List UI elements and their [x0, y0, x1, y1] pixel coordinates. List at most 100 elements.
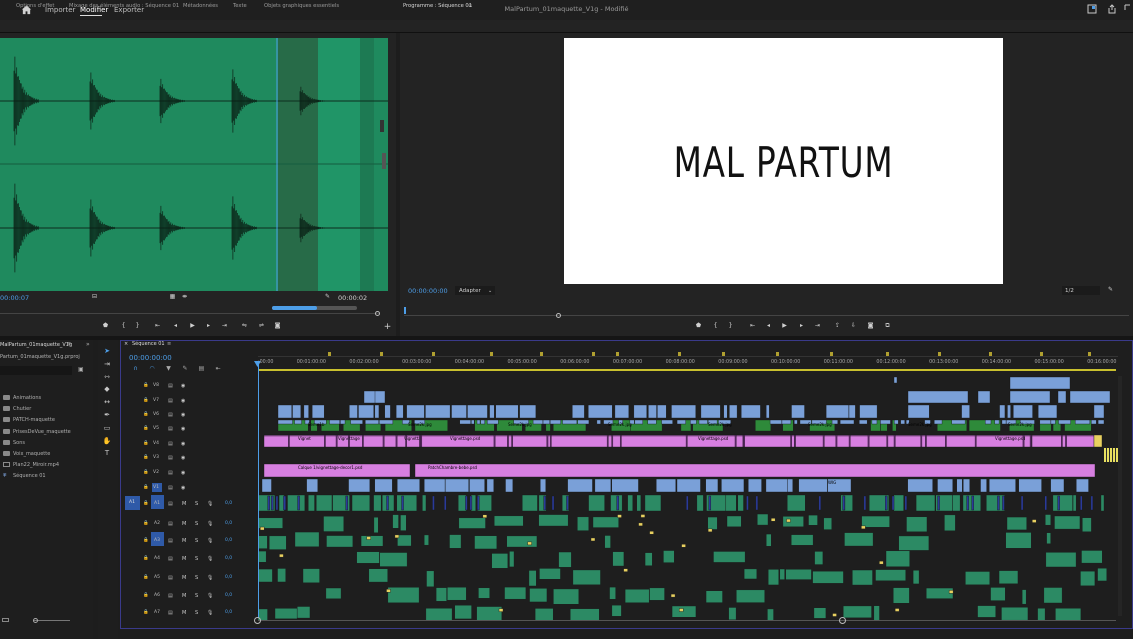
- zoom-fit-icon[interactable]: ⊟: [90, 293, 99, 300]
- step-forward-icon[interactable]: ▸: [204, 322, 213, 329]
- settings-wrench-icon[interactable]: ✎: [323, 293, 332, 300]
- insert-icon[interactable]: ⇋: [240, 322, 249, 329]
- vertical-zoom-handle[interactable]: [382, 153, 386, 169]
- project-item[interactable]: Sons: [13, 440, 25, 446]
- project-tab[interactable]: MalPartum_01maquette_V1g: [0, 343, 72, 348]
- nest-icon[interactable]: ⇤: [214, 365, 223, 372]
- eye-icon[interactable]: ◉: [181, 426, 185, 432]
- mark-out-icon[interactable]: }: [133, 322, 142, 329]
- rectangle-tool-icon[interactable]: ▭: [102, 424, 112, 432]
- fullscreen-icon[interactable]: [1124, 4, 1133, 14]
- sync-lock-icon[interactable]: ▤: [168, 485, 173, 491]
- eye-icon[interactable]: ◉: [181, 455, 185, 461]
- razor-tool-icon[interactable]: ◆: [102, 385, 112, 393]
- extract-icon[interactable]: ⇩: [849, 322, 858, 329]
- mute-button[interactable]: M: [182, 575, 186, 581]
- lock-icon[interactable]: 🔒: [143, 538, 149, 543]
- tab-program-monitor[interactable]: Programme : Séquence 01: [403, 3, 472, 9]
- project-menu-icon[interactable]: ≡: [67, 342, 71, 347]
- mic-icon[interactable]: 🎙: [207, 610, 213, 616]
- timeline-scroll-start-handle[interactable]: [254, 617, 261, 624]
- project-item[interactable]: Animations: [13, 395, 41, 401]
- mic-icon[interactable]: 🎙: [207, 501, 213, 507]
- project-item[interactable]: PATCH-maquette: [13, 417, 55, 423]
- work-area-bar[interactable]: [258, 369, 1116, 371]
- lock-icon[interactable]: 🔒: [143, 593, 149, 598]
- program-settings-wrench-icon[interactable]: ✎: [1106, 286, 1115, 293]
- lock-icon[interactable]: 🔒: [143, 610, 149, 615]
- ruler-marker[interactable]: [540, 352, 543, 356]
- mute-button[interactable]: M: [182, 593, 186, 599]
- solo-button[interactable]: S: [195, 538, 198, 544]
- thumbnail-size-slider[interactable]: [34, 620, 70, 621]
- eye-icon[interactable]: ◉: [181, 441, 185, 447]
- ruler-marker[interactable]: [1040, 352, 1043, 356]
- source-scrubber-handle[interactable]: [375, 311, 380, 316]
- sync-lock-icon[interactable]: ▤: [168, 455, 173, 461]
- source-scrubber[interactable]: [0, 313, 379, 314]
- track-select-icon[interactable]: ⇥: [102, 360, 112, 368]
- project-search-input[interactable]: [0, 366, 72, 375]
- sync-lock-icon[interactable]: ▤: [168, 556, 173, 562]
- camera-icon[interactable]: ◙: [273, 322, 282, 329]
- tab-effect-options[interactable]: Options d'effet: [16, 3, 54, 9]
- mic-icon[interactable]: 🎙: [207, 538, 213, 544]
- ruler-marker[interactable]: [722, 352, 725, 356]
- project-item[interactable]: Voix_maquette: [13, 451, 50, 457]
- eye-icon[interactable]: ◉: [181, 383, 185, 389]
- ruler-marker[interactable]: [1088, 352, 1091, 356]
- marker-icon[interactable]: ⬟: [694, 322, 703, 329]
- play-icon[interactable]: ▶: [188, 322, 197, 329]
- tab-essential-graphics[interactable]: Objets graphiques essentiels: [264, 3, 339, 9]
- go-to-out-icon[interactable]: ⇥: [220, 322, 229, 329]
- mute-button[interactable]: M: [182, 556, 186, 562]
- sync-lock-icon[interactable]: ▤: [168, 593, 173, 599]
- hand-tool-icon[interactable]: ✋: [102, 437, 112, 445]
- ruler-marker[interactable]: [432, 352, 435, 356]
- selection-tool-icon[interactable]: ➤: [102, 347, 112, 355]
- step-forward-icon[interactable]: ▸: [797, 322, 806, 329]
- play-icon[interactable]: ▶: [780, 322, 789, 329]
- add-button-icon[interactable]: +: [383, 322, 392, 332]
- volume-value[interactable]: 0,0: [225, 521, 232, 526]
- volume-value[interactable]: 0,0: [225, 501, 232, 506]
- lock-icon[interactable]: 🔒: [143, 398, 149, 403]
- ruler-marker[interactable]: [328, 352, 331, 356]
- project-item[interactable]: Chutier: [13, 406, 31, 412]
- go-to-in-icon[interactable]: ⇤: [153, 322, 162, 329]
- ruler-marker[interactable]: [989, 352, 992, 356]
- lift-icon[interactable]: ⇪: [833, 322, 842, 329]
- timeline-timecode[interactable]: 00:00:00:00: [129, 354, 172, 362]
- ruler-marker[interactable]: [830, 352, 833, 356]
- mic-icon[interactable]: 🎙: [207, 575, 213, 581]
- timeline-tab[interactable]: Séquence 01: [132, 342, 165, 347]
- lock-icon[interactable]: 🔒: [143, 556, 149, 561]
- sync-lock-icon[interactable]: ▤: [168, 441, 173, 447]
- solo-button[interactable]: S: [195, 521, 198, 527]
- solo-button[interactable]: S: [195, 556, 198, 562]
- timeline-playhead[interactable]: [258, 362, 259, 618]
- tab-audio-mixer[interactable]: Mixage des éléments audio : Séquence 01: [69, 3, 179, 9]
- sync-lock-icon[interactable]: ▤: [168, 575, 173, 581]
- program-timecode[interactable]: 00:00:00:00: [408, 287, 448, 295]
- timeline-close-icon[interactable]: ×: [124, 342, 128, 347]
- volume-value[interactable]: 0,0: [225, 593, 232, 598]
- lock-icon[interactable]: 🔒: [143, 521, 149, 526]
- sync-lock-icon[interactable]: ▤: [168, 538, 173, 544]
- slip-tool-icon[interactable]: ↔: [102, 398, 112, 406]
- eye-icon[interactable]: ◉: [181, 470, 185, 476]
- sync-lock-icon[interactable]: ▤: [168, 501, 173, 507]
- snap-icon[interactable]: ∩: [131, 365, 140, 372]
- share-icon[interactable]: [1107, 4, 1117, 14]
- panel-menu-icon[interactable]: ≡: [468, 3, 472, 9]
- mark-out-icon[interactable]: }: [726, 322, 735, 329]
- mute-button[interactable]: M: [182, 538, 186, 544]
- ripple-edit-icon[interactable]: ⇿: [102, 373, 112, 381]
- sync-lock-icon[interactable]: ▤: [168, 470, 173, 476]
- audio-waveform[interactable]: [0, 38, 388, 291]
- marker-icon[interactable]: ⬟: [101, 322, 110, 329]
- ruler-marker[interactable]: [380, 352, 383, 356]
- list-view-icon[interactable]: [2, 618, 9, 622]
- project-item[interactable]: Plan22_Miroir.mp4: [13, 462, 59, 468]
- project-item[interactable]: Séquence 01: [13, 473, 46, 479]
